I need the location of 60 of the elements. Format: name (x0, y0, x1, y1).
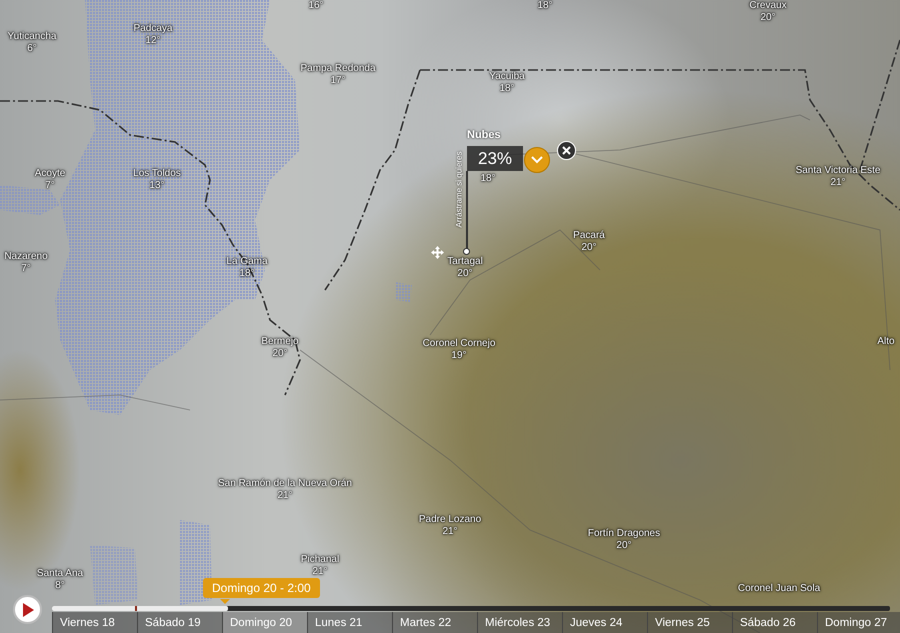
city-name: Acoyte (34, 168, 66, 180)
move-icon[interactable] (431, 246, 444, 259)
temperature-label: 21° (312, 566, 328, 578)
city-name: Coronel Juan Sola (738, 583, 820, 595)
city-name: Fortín Dragones (588, 528, 660, 540)
temperature-label: 12° (145, 35, 161, 47)
temperature-label: 20° (272, 348, 288, 360)
temperature-label: 21° (830, 177, 846, 189)
temperature-label: 21° (442, 526, 458, 538)
day-tab[interactable]: Lunes 21 (307, 612, 392, 633)
city-name: Santa Victoria Este (796, 165, 880, 177)
city-name: Pacará (573, 230, 605, 242)
day-tab[interactable]: Viernes 18 (52, 612, 137, 633)
temperature-label: 17° (330, 75, 346, 87)
temperature-label: 7° (45, 180, 55, 192)
temperature-label: 20° (581, 242, 597, 254)
chevron-down-icon (531, 156, 543, 164)
temperature-label: 18° (480, 173, 496, 185)
play-icon (22, 602, 34, 616)
day-tab[interactable]: Viernes 25 (647, 612, 732, 633)
precipitation-area (90, 545, 138, 605)
day-tab[interactable]: Sábado 19 (137, 612, 222, 633)
city-name: Coronel Cornejo (422, 338, 496, 350)
temperature-label: 21° (277, 490, 293, 502)
picker-handle[interactable] (463, 248, 470, 255)
layer-value: 23% (467, 146, 523, 171)
close-icon (562, 146, 571, 155)
city-name: Padre Lozano (418, 514, 482, 526)
day-tab[interactable]: Domingo 27 (817, 612, 900, 633)
city-name: Bermejo (261, 336, 299, 348)
city-name: La Gama (226, 256, 268, 268)
drag-hint: Arrástrame si quieres (454, 150, 464, 230)
time-tooltip: Domingo 20 - 2:00 (203, 578, 320, 598)
temperature-label: 6° (27, 43, 37, 55)
city-name: Santa Ana (36, 568, 84, 580)
city-name: Alto (877, 336, 895, 348)
city-name: Padcaya (134, 23, 172, 35)
day-tab[interactable]: Sábado 26 (732, 612, 817, 633)
day-tab[interactable]: Martes 22 (392, 612, 477, 633)
temperature-label: 16° (308, 0, 324, 12)
timeline-marker (135, 606, 137, 611)
temperature-label: 19° (451, 350, 467, 362)
city-name: Yacuiba (489, 71, 525, 83)
layer-label: Nubes (467, 129, 501, 141)
precipitation-area (395, 282, 412, 302)
city-name: Los Toldos (133, 168, 181, 180)
temperature-label: 20° (616, 540, 632, 552)
temperature-label: 7° (21, 263, 31, 275)
city-name: Nazareno (4, 251, 48, 263)
temperature-label: 13° (149, 180, 165, 192)
temperature-label: 18° (537, 0, 553, 12)
city-name: Yuticancha (8, 31, 56, 43)
temperature-label: 20° (760, 12, 776, 24)
temperature-label: 20° (457, 268, 473, 280)
city-name: Crevaux (749, 0, 787, 12)
city-name: Tartagal (447, 256, 483, 268)
day-tab[interactable]: Jueves 24 (562, 612, 647, 633)
day-tab[interactable]: Miércoles 23 (477, 612, 562, 633)
temperature-label: 8° (55, 580, 65, 592)
timeline-track[interactable] (52, 606, 890, 611)
